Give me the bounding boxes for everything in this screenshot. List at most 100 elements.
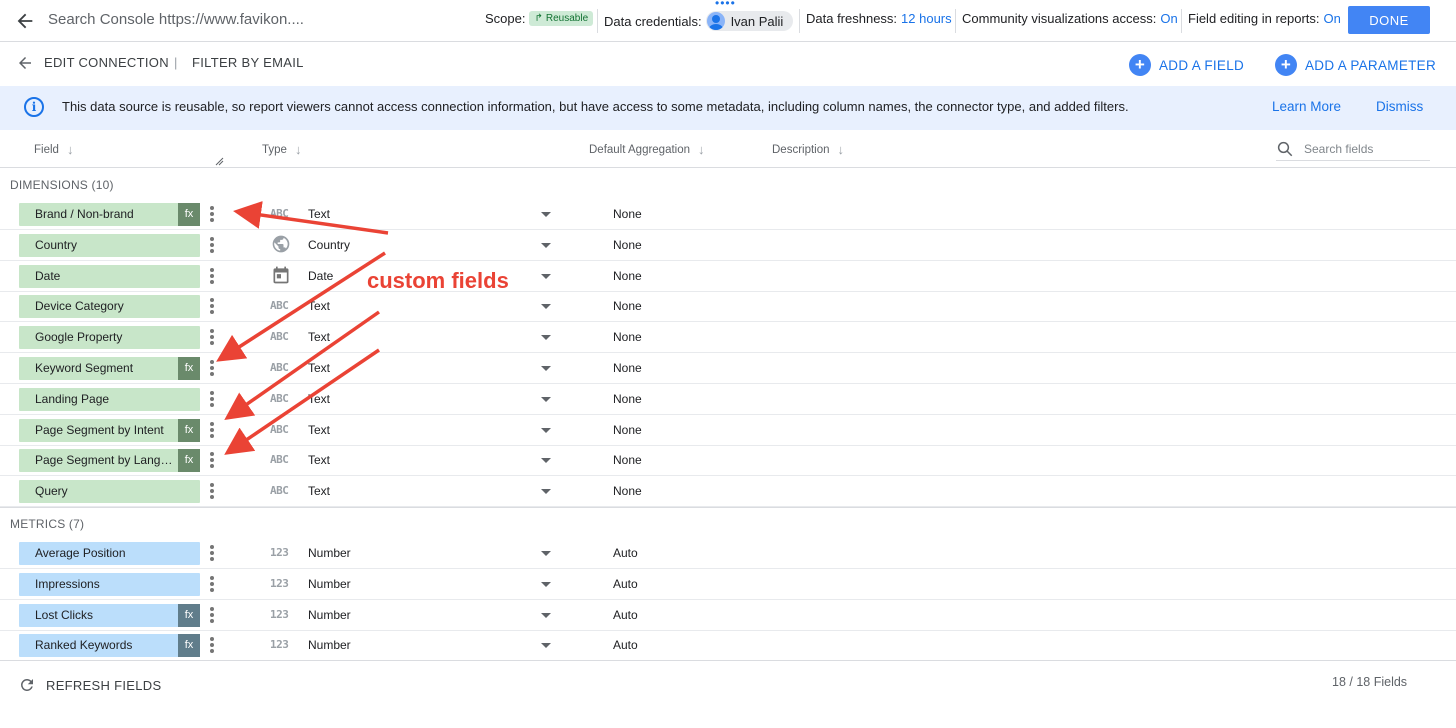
table-row[interactable]: Page Segment by Language fx ABC Text None [0, 445, 1456, 477]
add-parameter-button[interactable]: + ADD A PARAMETER [1275, 54, 1436, 76]
field-name-chip[interactable]: Country [19, 233, 200, 257]
aggregation-value[interactable]: None [613, 361, 642, 375]
column-header-field[interactable]: Field ↓ [34, 142, 73, 157]
dismiss-button[interactable]: Dismiss [1376, 99, 1423, 114]
field-name-chip[interactable]: Page Segment by Language [19, 449, 200, 473]
drag-handle-icon[interactable]: •••• [715, 0, 736, 9]
aggregation-value[interactable]: None [613, 207, 642, 221]
table-row[interactable]: Device Category ABC Text None [0, 291, 1456, 323]
back-arrow-icon[interactable] [14, 10, 36, 32]
formula-fx-icon[interactable]: fx [178, 203, 200, 226]
type-select-value[interactable]: Text [308, 453, 330, 467]
more-vert-icon[interactable] [206, 390, 218, 409]
scope-chip[interactable]: ↱ Reusable [529, 11, 594, 26]
aggregation-value[interactable]: None [613, 238, 642, 252]
learn-more-link[interactable]: Learn More [1272, 99, 1341, 114]
field-editing-link[interactable]: On [1324, 11, 1341, 26]
field-name-chip[interactable]: Impressions [19, 572, 200, 596]
field-name-chip[interactable]: Landing Page [19, 387, 200, 411]
type-select-value[interactable]: Text [308, 423, 330, 437]
field-name-chip[interactable]: Query [19, 480, 200, 504]
more-vert-icon[interactable] [206, 606, 218, 625]
aggregation-value[interactable]: None [613, 269, 642, 283]
type-select-value[interactable]: Text [308, 299, 330, 313]
aggregation-value[interactable]: None [613, 299, 642, 313]
dropdown-caret-icon[interactable] [541, 335, 551, 341]
field-name-chip[interactable]: Device Category [19, 295, 200, 319]
more-vert-icon[interactable] [206, 206, 218, 224]
aggregation-value[interactable]: Auto [613, 546, 638, 560]
formula-fx-icon[interactable]: fx [178, 357, 200, 380]
dropdown-caret-icon[interactable] [541, 304, 551, 310]
column-header-description[interactable]: Description ↓ [772, 142, 844, 157]
more-vert-icon[interactable] [206, 452, 218, 470]
dropdown-caret-icon[interactable] [541, 612, 551, 618]
dropdown-caret-icon[interactable] [541, 581, 551, 587]
more-vert-icon[interactable] [206, 421, 218, 440]
credentials-chip[interactable]: Ivan Palii [705, 11, 794, 31]
aggregation-value[interactable]: None [613, 423, 642, 437]
more-vert-icon[interactable] [206, 637, 218, 655]
done-button[interactable]: DONE [1348, 6, 1430, 34]
aggregation-value[interactable]: Auto [613, 638, 638, 652]
field-name-chip[interactable]: Page Segment by Intent [19, 418, 200, 442]
table-row[interactable]: Keyword Segment fx ABC Text None [0, 353, 1456, 384]
dropdown-caret-icon[interactable] [541, 273, 551, 279]
field-name-chip[interactable]: Brand / Non-brand [19, 203, 200, 226]
type-select-value[interactable]: Number [308, 638, 351, 652]
table-row[interactable]: Query ABC Text None [0, 476, 1456, 508]
aggregation-value[interactable]: Auto [613, 577, 638, 591]
more-vert-icon[interactable] [206, 329, 218, 347]
table-row[interactable]: Brand / Non-brand fx ABC Text None [0, 199, 1456, 230]
type-select-value[interactable]: Text [308, 330, 330, 344]
aggregation-value[interactable]: None [613, 392, 642, 406]
more-vert-icon[interactable] [206, 236, 218, 255]
type-select-value[interactable]: Date [308, 269, 333, 283]
dropdown-caret-icon[interactable] [541, 551, 551, 556]
more-vert-icon[interactable] [206, 298, 218, 316]
dropdown-caret-icon[interactable] [541, 427, 551, 433]
table-row[interactable]: Landing Page ABC Text None [0, 384, 1456, 415]
dropdown-caret-icon[interactable] [541, 396, 551, 402]
more-vert-icon[interactable] [206, 360, 218, 378]
field-name-chip[interactable]: Google Property [19, 326, 200, 350]
add-field-button[interactable]: + ADD A FIELD [1129, 54, 1244, 76]
type-select-value[interactable]: Text [308, 484, 330, 498]
table-row[interactable]: Country Country None [0, 230, 1456, 261]
dropdown-caret-icon[interactable] [541, 458, 551, 464]
table-row[interactable]: Page Segment by Intent fx ABC Text None [0, 415, 1456, 446]
table-row[interactable]: Average Position 123 Number Auto [0, 538, 1456, 569]
search-fields-input[interactable] [1304, 141, 1424, 156]
type-select-value[interactable]: Text [308, 392, 330, 406]
table-row[interactable]: Google Property ABC Text None [0, 322, 1456, 354]
type-select-value[interactable]: Number [308, 577, 351, 591]
aggregation-value[interactable]: None [613, 453, 642, 467]
dropdown-caret-icon[interactable] [541, 242, 551, 248]
dropdown-caret-icon[interactable] [541, 489, 551, 495]
table-row[interactable]: Impressions 123 Number Auto [0, 569, 1456, 600]
type-select-value[interactable]: Number [308, 546, 351, 560]
refresh-fields-button[interactable]: REFRESH FIELDS [18, 676, 161, 694]
formula-fx-icon[interactable]: fx [178, 449, 200, 473]
column-resize-icon[interactable] [214, 156, 224, 166]
type-select-value[interactable]: Country [308, 238, 350, 252]
dropdown-caret-icon[interactable] [541, 643, 551, 649]
formula-fx-icon[interactable]: fx [178, 418, 200, 442]
edit-connection-button[interactable]: EDIT CONNECTION [44, 55, 169, 70]
type-select-value[interactable]: Text [308, 207, 330, 221]
filter-by-email-button[interactable]: FILTER BY EMAIL [192, 55, 304, 70]
freshness-link[interactable]: 12 hours [901, 11, 952, 26]
more-vert-icon[interactable] [206, 267, 218, 286]
dropdown-caret-icon[interactable] [541, 212, 551, 217]
dropdown-caret-icon[interactable] [541, 366, 551, 371]
column-header-aggregation[interactable]: Default Aggregation ↓ [589, 142, 705, 157]
field-name-chip[interactable]: Date [19, 264, 200, 288]
table-row[interactable]: Date Date None [0, 261, 1456, 292]
aggregation-value[interactable]: None [613, 484, 642, 498]
type-select-value[interactable]: Number [308, 608, 351, 622]
field-name-chip[interactable]: Average Position [19, 542, 200, 565]
field-name-chip[interactable]: Lost Clicks [19, 603, 200, 627]
table-row[interactable]: Ranked Keywords fx 123 Number Auto [0, 630, 1456, 662]
community-link[interactable]: On [1160, 11, 1177, 26]
field-name-chip[interactable]: Ranked Keywords [19, 634, 200, 658]
